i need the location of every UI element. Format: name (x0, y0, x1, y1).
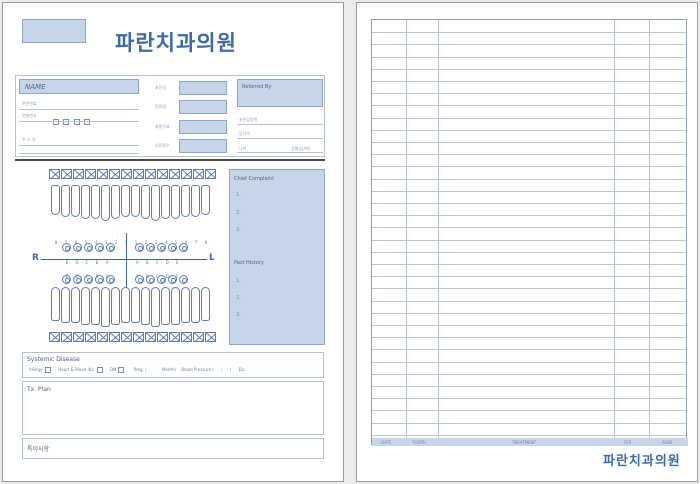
field-label-first-visit: 초진일 (155, 85, 167, 90)
log-row-line (372, 93, 686, 95)
log-footer-bar: DATE TOOTH TREATMENT FEE SIGN (372, 438, 688, 446)
complaint-panel[interactable]: Chief Complaint 1. 2. 3. Past History 1.… (229, 169, 325, 345)
clinic-title-footer: 파란치과의원 (603, 454, 681, 469)
doctor-label: 초진담당의 (239, 117, 258, 122)
name-label: NAME (25, 83, 46, 91)
past-history-title: Past History (234, 260, 264, 266)
treatment-log-page: DATE TOOTH TREATMENT FEE SIGN 파란치과의원 (356, 2, 698, 482)
log-row-line (372, 142, 686, 143)
field-label-visit-count: 진료횟수 (155, 143, 170, 148)
log-row-line (372, 410, 686, 412)
treatment-log-table: DATE TOOTH TREATMENT FEE SIGN (371, 19, 688, 446)
last-visit-field[interactable] (179, 120, 227, 134)
first-visit-field[interactable] (179, 81, 227, 95)
log-row-line (372, 251, 686, 253)
log-row-line (372, 264, 686, 265)
log-row-line (372, 434, 686, 436)
systemic-disease-title: Systemic Disease (27, 356, 80, 363)
upper-teeth-row (51, 185, 210, 221)
field-label-last-visit: 최종진료 (155, 124, 170, 129)
log-row-line (372, 32, 686, 34)
log-row-line (372, 239, 686, 241)
section-divider (15, 159, 325, 161)
log-row-line (372, 276, 686, 278)
log-row-line (372, 178, 686, 180)
chief-item-3: 3. (236, 227, 241, 233)
allergy-checkbox[interactable] (44, 367, 51, 373)
chief-item-1: 1. (236, 192, 241, 198)
past-item-2: 2. (236, 295, 241, 301)
log-row-line (372, 44, 686, 46)
field-label-visit-date: 진료일 (155, 104, 167, 109)
log-row-line (372, 166, 686, 168)
log-row-line (372, 227, 686, 229)
past-item-3: 3. (236, 312, 241, 318)
log-row-line (372, 398, 686, 400)
log-row-line (372, 300, 686, 302)
log-row-line (372, 203, 686, 204)
log-row-line (372, 312, 686, 314)
patient-chart-page: 파란치과의원 NAME 주민번호 전화번호 - 주 소 지 초진일 진료일 최종… (2, 2, 344, 482)
dm-checkbox[interactable] (118, 367, 125, 373)
lower-xbox-row (49, 332, 216, 342)
log-row-line (372, 81, 686, 82)
log-row-line (372, 129, 686, 131)
visit-date-field[interactable] (179, 100, 227, 114)
heart-checkbox[interactable] (96, 367, 103, 373)
log-row-line (372, 68, 686, 70)
past-item-1: 1. (236, 278, 241, 284)
log-row-line (372, 325, 686, 326)
notes-title: 특이사항 (27, 446, 50, 453)
horizontal-midline (41, 259, 207, 260)
tx-plan-box[interactable]: Tx. Plan (22, 381, 324, 435)
logo-placeholder (22, 19, 86, 43)
dental-chart: 8765432112345678 EDCBA ABCDE R L EDCBA A… (15, 163, 225, 349)
log-row-line (372, 288, 686, 290)
right-side-label: R (32, 253, 39, 263)
phone-label: 전화번호 (22, 113, 37, 118)
log-row-line (372, 361, 686, 363)
address-label: 주 소 지 (22, 137, 36, 142)
log-row-line (372, 105, 686, 107)
footer-fee: FEE (624, 440, 632, 445)
log-row-line (372, 349, 686, 351)
doctor2-label: 담당의 (239, 131, 251, 136)
systemic-items: Allergy Heart & Blood dis. DM Preg. ( Mo… (29, 367, 247, 373)
footer-sign: SIGN (662, 440, 672, 445)
log-row-line (372, 190, 686, 192)
log-row-line (372, 215, 686, 217)
footer-treatment: TREATMENT (512, 440, 537, 445)
log-row-line (372, 337, 686, 339)
lower-teeth-row (51, 287, 210, 327)
tx-plan-title: Tx. Plan (27, 386, 51, 393)
log-row-line (372, 422, 686, 424)
referred-by-label: Referred By (242, 84, 272, 90)
footer-date: DATE (381, 440, 392, 445)
referred-by-field[interactable]: Referred By (237, 79, 323, 107)
log-row-line (372, 56, 686, 58)
log-row-line (372, 154, 686, 156)
notes-box[interactable]: 특이사항 (22, 438, 324, 459)
clinic-title: 파란치과의원 (115, 31, 237, 55)
upper-xbox-row (49, 169, 216, 179)
log-row-line (372, 386, 686, 387)
left-side-label: L (209, 253, 215, 263)
footer-tooth: TOOTH (412, 440, 427, 445)
reg-label: 주민번호 (22, 101, 37, 106)
log-row-line (372, 373, 686, 375)
visit-count-field[interactable] (179, 139, 227, 153)
systemic-disease-box: Systemic Disease Allergy Heart & Blood d… (22, 352, 324, 378)
log-row-line (372, 117, 686, 119)
name-field[interactable]: NAME (19, 79, 139, 94)
chief-item-2: 2. (236, 210, 241, 216)
chief-complaint-title: Chief Complaint (234, 176, 275, 182)
